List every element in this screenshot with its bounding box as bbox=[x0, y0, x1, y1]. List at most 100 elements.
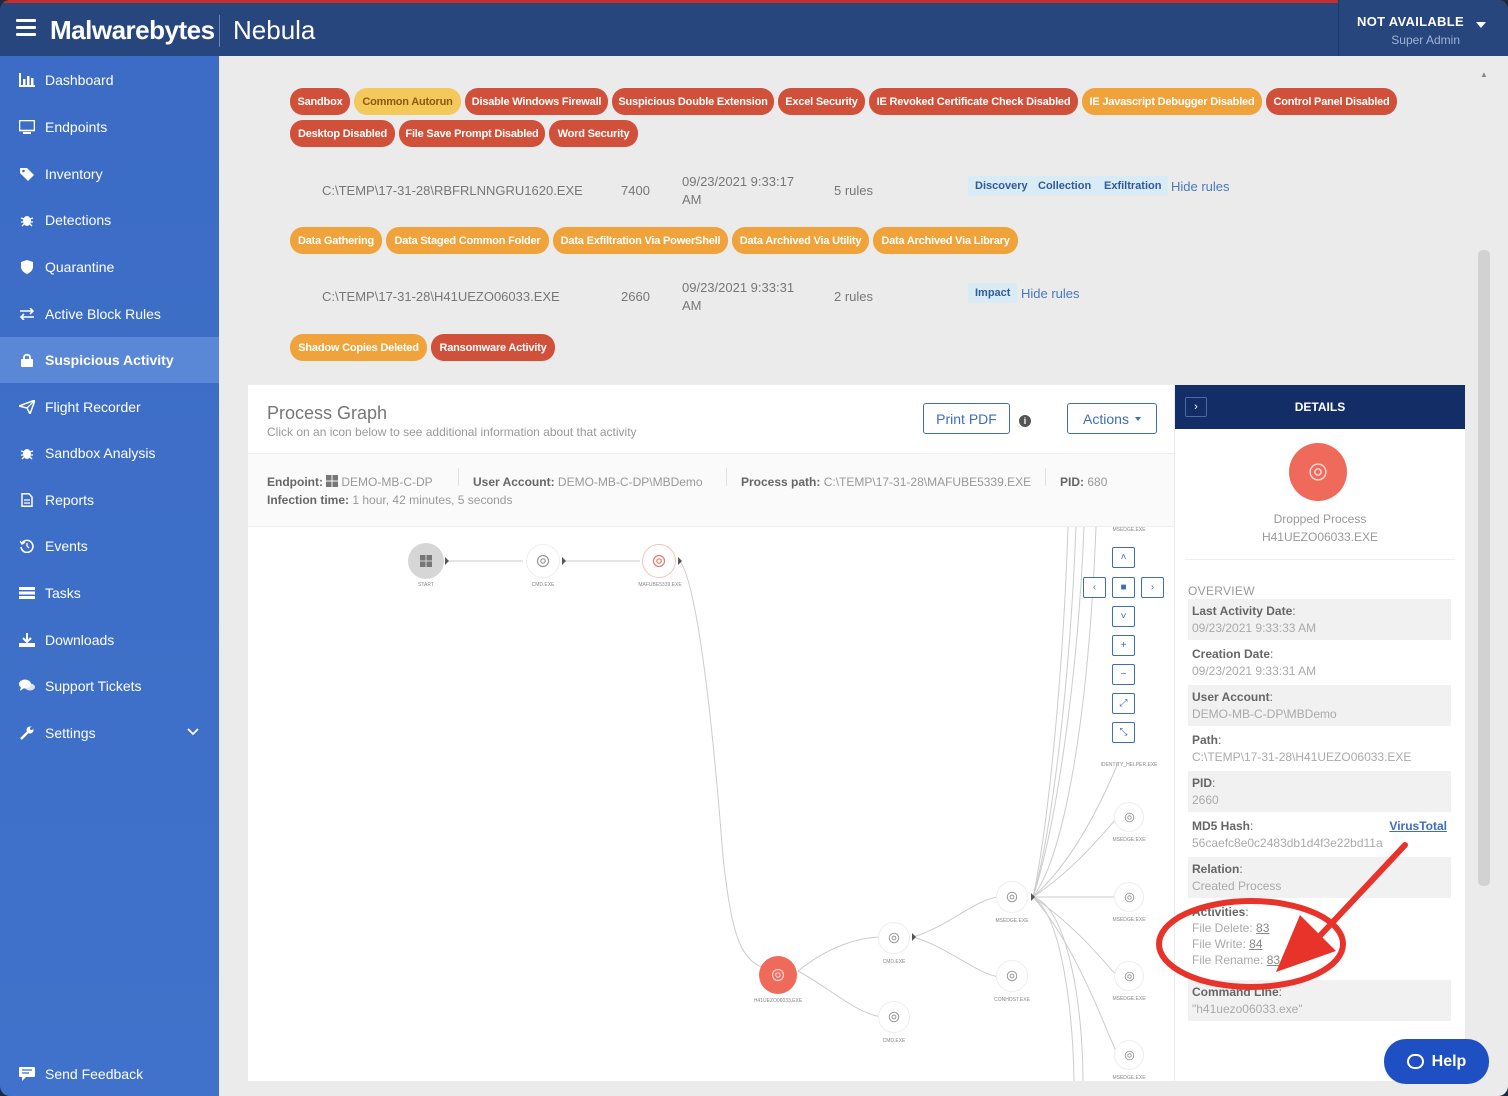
pid-label: PID: bbox=[1060, 475, 1084, 489]
field-label-text: Activities bbox=[1192, 905, 1246, 919]
sidebar-item-downloads[interactable]: Downloads bbox=[0, 617, 219, 663]
center-button[interactable]: ■ bbox=[1112, 577, 1135, 598]
rule-badge: Word Security bbox=[549, 120, 638, 147]
cmd-node[interactable] bbox=[878, 922, 910, 954]
hamburger-menu-icon[interactable] bbox=[16, 19, 36, 36]
rule-badge: IE Javascript Debugger Disabled bbox=[1082, 88, 1262, 115]
sidebar-item-support-tickets[interactable]: Support Tickets bbox=[0, 663, 219, 709]
process-graph-canvas[interactable]: START CMD.EXE MAFUBE5339.EXE H41UEZO0603… bbox=[248, 527, 1174, 1081]
field-label: User Account: bbox=[1192, 690, 1273, 704]
pid-info: PID: 680 bbox=[1060, 475, 1107, 489]
process-ampm: AM bbox=[682, 298, 702, 313]
process-date: 09/23/2021 9:33:17 bbox=[682, 174, 795, 189]
sidebar-item-label: Endpoints bbox=[45, 119, 108, 135]
sidebar-item-inventory[interactable]: Inventory bbox=[0, 151, 219, 197]
msedge-node[interactable] bbox=[1114, 802, 1144, 832]
sidebar-item-label: Detections bbox=[45, 212, 112, 228]
hide-rules-link[interactable]: Hide rules bbox=[1171, 179, 1230, 194]
msedge-node[interactable] bbox=[1114, 961, 1144, 991]
actions-button[interactable]: Actions bbox=[1067, 403, 1157, 434]
help-label: Help bbox=[1431, 1052, 1467, 1070]
msedge-node[interactable] bbox=[1114, 882, 1144, 912]
pan-right-button[interactable]: › bbox=[1141, 577, 1164, 598]
history-icon bbox=[18, 537, 36, 555]
scroll-up-icon[interactable]: ▲ bbox=[1480, 70, 1488, 79]
target-icon bbox=[1309, 463, 1327, 481]
file-write-link[interactable]: 84 bbox=[1249, 937, 1262, 951]
zoom-in-button[interactable]: + bbox=[1112, 635, 1135, 656]
process-pid: 7400 bbox=[621, 183, 650, 198]
scrollbar[interactable] bbox=[1478, 250, 1490, 886]
divider bbox=[1185, 559, 1455, 560]
divider bbox=[1045, 468, 1046, 486]
process-graph-panel: Process Graph Click on an icon below to … bbox=[248, 385, 1174, 1081]
hide-rules-link[interactable]: Hide rules bbox=[1021, 286, 1080, 301]
details-panel: › DETAILS Dropped Process H41UEZO06033.E… bbox=[1175, 385, 1465, 1081]
document-icon bbox=[18, 491, 36, 509]
sidebar-item-sandbox-analysis[interactable]: Sandbox Analysis bbox=[0, 430, 219, 476]
sidebar-item-events[interactable]: Events bbox=[0, 523, 219, 569]
field-value: "h41uezo06033.exe" bbox=[1192, 1002, 1303, 1016]
virustotal-link[interactable]: VirusTotal bbox=[1389, 819, 1447, 833]
rule-badge: Common Autorun bbox=[354, 88, 461, 115]
h41uezo-node[interactable] bbox=[759, 956, 797, 994]
file-rename-link[interactable]: 83 bbox=[1267, 953, 1280, 967]
header-divider bbox=[219, 15, 220, 47]
user-menu[interactable]: NOT AVAILABLE Super Admin bbox=[1338, 0, 1508, 59]
sidebar-item-tasks[interactable]: Tasks bbox=[0, 570, 219, 616]
sidebar-item-quarantine[interactable]: Quarantine bbox=[0, 244, 219, 290]
pan-left-button[interactable]: ‹ bbox=[1083, 577, 1106, 598]
cmd-node[interactable] bbox=[878, 1001, 910, 1033]
file-delete-label: File Delete: bbox=[1192, 921, 1253, 935]
help-button[interactable]: Help bbox=[1384, 1039, 1489, 1084]
last-activity-field: Last Activity Date: 09/23/2021 9:33:33 A… bbox=[1188, 599, 1451, 640]
sidebar-item-reports[interactable]: Reports bbox=[0, 477, 219, 523]
divider bbox=[726, 468, 727, 486]
field-label-text: Creation Date bbox=[1192, 647, 1271, 661]
pid-field: PID: 2660 bbox=[1188, 771, 1451, 812]
product-name: Nebula bbox=[233, 15, 316, 45]
node-label: CONHOST.EXE bbox=[994, 997, 1030, 1003]
sidebar-item-endpoints[interactable]: Endpoints bbox=[0, 104, 219, 150]
file-write-line: File Write: 84 bbox=[1192, 937, 1447, 951]
sidebar-item-label: Active Block Rules bbox=[45, 306, 161, 322]
sidebar-item-flight-recorder[interactable]: Flight Recorder bbox=[0, 384, 219, 430]
sidebar-item-detections[interactable]: Detections bbox=[0, 197, 219, 243]
sidebar-item-label: Sandbox Analysis bbox=[45, 445, 156, 461]
conhost-node[interactable] bbox=[996, 960, 1028, 992]
endpoint-value: DEMO-MB-C-DP bbox=[341, 475, 433, 489]
sidebar-item-suspicious-activity[interactable]: Suspicious Activity bbox=[0, 337, 219, 383]
target-icon bbox=[888, 932, 900, 944]
pid-value: 680 bbox=[1087, 475, 1108, 489]
node-label: MSEDGE.EXE bbox=[1112, 527, 1146, 533]
arrows-icon bbox=[18, 305, 36, 323]
sidebar-item-label: Tasks bbox=[45, 585, 81, 601]
fit-button[interactable]: ⤢ bbox=[1112, 693, 1135, 714]
sidebar-item-dashboard[interactable]: Dashboard bbox=[0, 57, 219, 103]
pan-up-button[interactable]: ˄ bbox=[1112, 547, 1135, 568]
print-pdf-button[interactable]: Print PDF bbox=[923, 403, 1010, 434]
process-rules-count: 2 rules bbox=[834, 289, 874, 304]
windows-icon bbox=[326, 475, 339, 487]
rule-badge: Data Exfiltration Via PowerShell bbox=[553, 227, 728, 254]
sidebar-item-label: Dashboard bbox=[45, 72, 114, 88]
sidebar-item-active-block-rules[interactable]: Active Block Rules bbox=[0, 291, 219, 337]
file-delete-link[interactable]: 83 bbox=[1256, 921, 1269, 935]
field-label: Activities: bbox=[1192, 905, 1249, 919]
field-label-text: Relation bbox=[1192, 862, 1240, 876]
msedge-node[interactable] bbox=[996, 881, 1028, 913]
send-feedback-link[interactable]: Send Feedback bbox=[0, 1060, 219, 1088]
cmd-node[interactable] bbox=[526, 544, 560, 578]
node-label: IDENTITY_HELPER.EXE bbox=[1100, 762, 1158, 768]
node-label: CMD.EXE bbox=[882, 959, 906, 965]
zoom-out-button[interactable]: − bbox=[1112, 664, 1135, 685]
reset-button[interactable]: ⤡ bbox=[1112, 722, 1135, 743]
mafube-node[interactable] bbox=[642, 544, 676, 578]
pan-down-button[interactable]: ˅ bbox=[1112, 606, 1135, 627]
msedge-node[interactable] bbox=[1114, 1040, 1144, 1070]
sidebar-item-settings[interactable]: Settings bbox=[0, 710, 219, 756]
sidebar-item-label: Downloads bbox=[45, 632, 115, 648]
info-icon[interactable]: i bbox=[1019, 415, 1031, 427]
monitor-icon bbox=[18, 118, 36, 136]
start-node[interactable] bbox=[408, 543, 444, 579]
